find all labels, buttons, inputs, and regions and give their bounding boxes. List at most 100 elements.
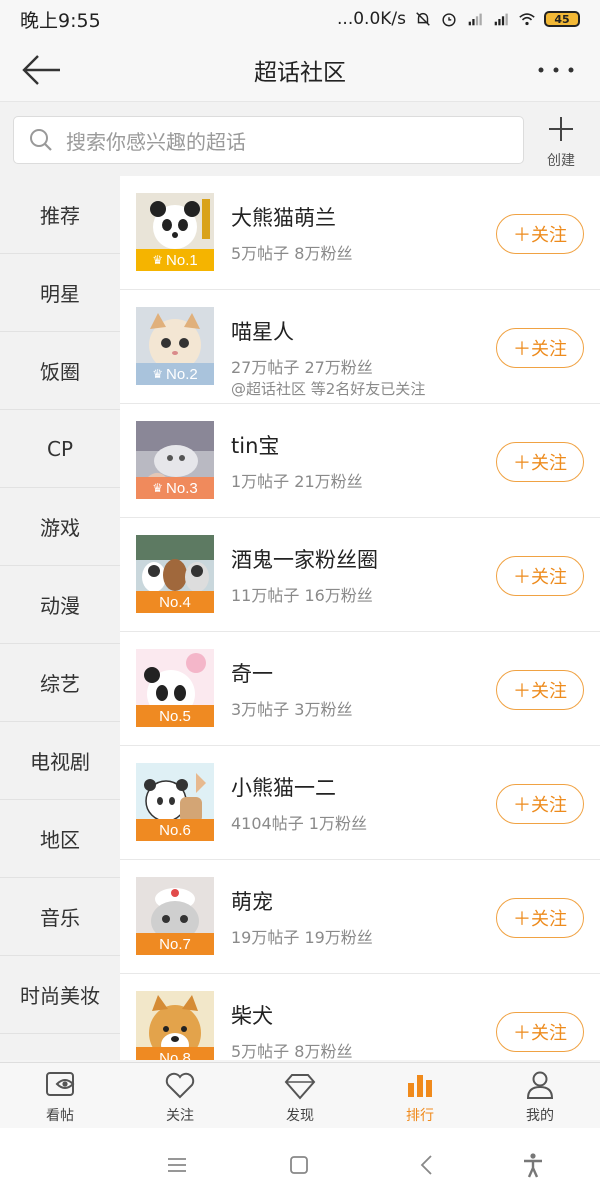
status-bar: 晚上9:55 ...0.0K/s 45 — [0, 0, 600, 38]
sidebar-item[interactable]: 音乐 — [0, 878, 120, 956]
community-row[interactable]: No.5 奇一 3万帖子 3万粉丝 ＋关注 — [120, 632, 600, 746]
tab-item[interactable]: 我的 — [480, 1063, 600, 1128]
signal-hd-icon — [468, 13, 482, 26]
plus-icon — [549, 117, 573, 141]
menu-icon[interactable] — [162, 1150, 192, 1180]
community-avatar[interactable]: ♛ No.1 — [136, 193, 214, 271]
community-stats: 19万帖子 19万粉丝 — [231, 928, 373, 947]
community-row[interactable]: No.6 小熊猫一二 4104帖子 1万粉丝 ＋关注 — [120, 746, 600, 860]
friends-followed-note: @超话社区 等2名好友已关注 — [231, 380, 426, 398]
follow-button[interactable]: ＋关注 — [496, 784, 584, 824]
community-stats: 11万帖子 16万粉丝 — [231, 586, 373, 605]
rank-badge: ♛ No.1 — [136, 249, 214, 271]
community-avatar[interactable]: No.6 — [136, 763, 214, 841]
tab-item[interactable]: 发现 — [240, 1063, 360, 1128]
tab-label: 我的 — [526, 1108, 554, 1124]
rank-badge: No.4 — [136, 591, 214, 613]
follow-button[interactable]: ＋关注 — [496, 670, 584, 710]
community-row[interactable]: No.8 柴犬 5万帖子 8万粉丝 ＋关注 — [120, 974, 600, 1060]
follow-button[interactable]: ＋关注 — [496, 556, 584, 596]
sidebar-item[interactable]: 综艺 — [0, 644, 120, 722]
community-stats: 5万帖子 8万粉丝 — [231, 244, 353, 263]
sidebar-item[interactable]: 时尚美妆 — [0, 956, 120, 1034]
alarm-icon — [442, 13, 456, 27]
community-stats: 3万帖子 3万粉丝 — [231, 700, 353, 719]
community-row[interactable]: ♛ No.1 大熊猫萌兰 5万帖子 8万粉丝 ＋关注 — [120, 176, 600, 290]
page-title: 超话社区 — [254, 59, 346, 86]
community-name: 大熊猫萌兰 — [231, 206, 336, 230]
create-label: 创建 — [547, 153, 575, 169]
person-icon — [526, 1071, 554, 1099]
rank-label: No.5 — [159, 707, 191, 725]
follow-button[interactable]: ＋关注 — [496, 328, 584, 368]
rank-badge: ♛ No.3 — [136, 477, 214, 499]
wifi-icon — [519, 13, 535, 26]
app-header: 超话社区 — [0, 38, 600, 102]
sidebar-item[interactable]: 饭圈 — [0, 332, 120, 410]
status-icons: ...0.0K/s 45 — [337, 9, 580, 29]
community-row[interactable]: No.7 萌宠 19万帖子 19万粉丝 ＋关注 — [120, 860, 600, 974]
sidebar-item[interactable]: 动漫 — [0, 566, 120, 644]
rank-label: No.6 — [159, 821, 191, 839]
bottom-tab-bar: 看帖 关注 发现 排行 我的 — [0, 1062, 600, 1128]
community-stats: 1万帖子 21万粉丝 — [231, 472, 363, 491]
community-avatar[interactable]: No.5 — [136, 649, 214, 727]
follow-button[interactable]: ＋关注 — [496, 898, 584, 938]
heart-icon — [165, 1072, 195, 1099]
sidebar-item[interactable]: 电视剧 — [0, 722, 120, 800]
crown-icon: ♛ — [152, 253, 164, 267]
tab-item[interactable]: 关注 — [120, 1063, 240, 1128]
back-chevron-icon[interactable] — [412, 1150, 442, 1180]
community-row[interactable]: ♛ No.2 喵星人 27万帖子 27万粉丝 @超话社区 等2名好友已关注 ＋关注 — [120, 290, 600, 404]
sidebar-item[interactable]: 游戏 — [0, 488, 120, 566]
community-name: 萌宠 — [231, 890, 273, 914]
tab-label: 排行 — [406, 1108, 434, 1124]
community-avatar[interactable]: No.4 — [136, 535, 214, 613]
battery-indicator: 45 — [544, 11, 580, 27]
accessibility-icon[interactable] — [518, 1150, 548, 1180]
sidebar-item[interactable]: 地区 — [0, 800, 120, 878]
rank-label: No.8 — [159, 1049, 191, 1061]
back-arrow-icon[interactable] — [20, 52, 64, 88]
create-button[interactable]: 创建 — [538, 114, 584, 170]
rank-label: No.7 — [159, 935, 191, 953]
rank-badge: No.5 — [136, 705, 214, 727]
rank-badge: No.8 — [136, 1047, 214, 1060]
community-stats: 27万帖子 27万粉丝 — [231, 358, 373, 377]
home-square-icon[interactable] — [284, 1150, 314, 1180]
crown-icon: ♛ — [152, 481, 164, 495]
community-row[interactable]: ♛ No.3 tin宝 1万帖子 21万粉丝 ＋关注 — [120, 404, 600, 518]
tab-item[interactable]: 看帖 — [0, 1063, 120, 1128]
community-avatar[interactable]: No.8 — [136, 991, 214, 1060]
community-avatar[interactable]: No.7 — [136, 877, 214, 955]
community-avatar[interactable]: ♛ No.3 — [136, 421, 214, 499]
follow-button[interactable]: ＋关注 — [496, 214, 584, 254]
search-icon — [30, 129, 52, 151]
rank-label: No.2 — [166, 365, 198, 383]
sidebar-item[interactable]: 推荐 — [0, 176, 120, 254]
community-name: 奇一 — [231, 662, 273, 686]
follow-button[interactable]: ＋关注 — [496, 442, 584, 482]
sidebar-item[interactable]: CP — [0, 410, 120, 488]
status-time: 晚上9:55 — [20, 9, 101, 32]
mute-bell-icon — [416, 12, 430, 26]
tab-item[interactable]: 排行 — [360, 1063, 480, 1128]
community-stats: 4104帖子 1万粉丝 — [231, 814, 367, 833]
search-row: 搜索你感兴趣的超话 创建 — [0, 102, 600, 176]
search-input[interactable]: 搜索你感兴趣的超话 — [13, 116, 524, 164]
rank-label: No.3 — [166, 479, 198, 497]
tab-label: 发现 — [286, 1108, 314, 1124]
rank-label: No.1 — [166, 251, 198, 269]
diamond-icon — [284, 1074, 316, 1100]
more-options-icon[interactable] — [536, 56, 576, 84]
category-sidebar: 推荐 明星 饭圈 CP 游戏 动漫 综艺 电视剧 地区 音乐 时尚美妆 — [0, 176, 120, 1060]
sidebar-item[interactable]: 明星 — [0, 254, 120, 332]
follow-button[interactable]: ＋关注 — [496, 1012, 584, 1052]
community-name: tin宝 — [231, 434, 280, 458]
rank-badge: ♛ No.2 — [136, 363, 214, 385]
community-avatar[interactable]: ♛ No.2 — [136, 307, 214, 385]
community-row[interactable]: No.4 酒鬼一家粉丝圈 11万帖子 16万粉丝 ＋关注 — [120, 518, 600, 632]
eye-card-icon — [46, 1072, 75, 1096]
community-name: 柴犬 — [231, 1004, 273, 1028]
rank-badge: No.7 — [136, 933, 214, 955]
